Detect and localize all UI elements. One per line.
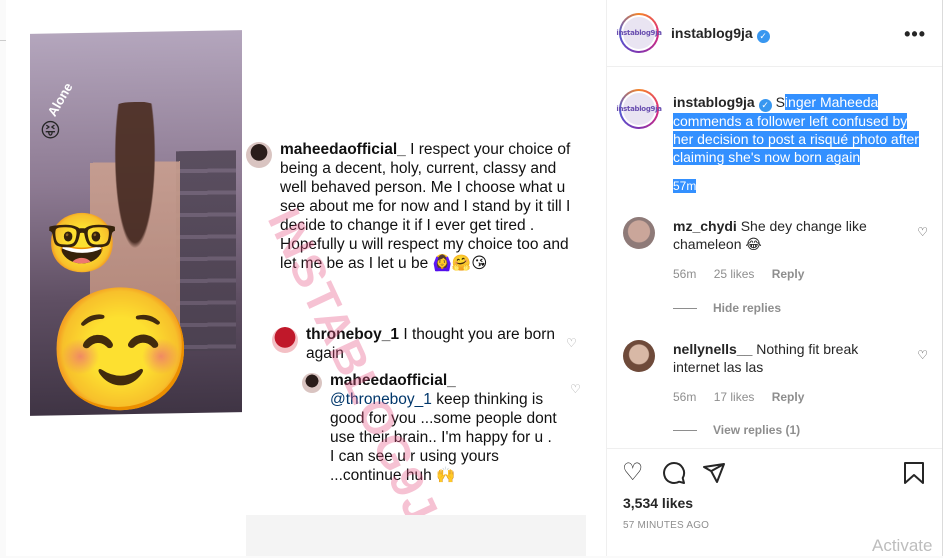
avatar [246, 142, 272, 168]
heart-icon[interactable]: ♡ [622, 461, 644, 485]
comment-time[interactable]: 56m [673, 390, 696, 404]
emoji-sticker-nerd: 🤓 [46, 211, 119, 276]
caption-time[interactable]: 57m [673, 179, 697, 193]
comment-meta: 56m 17 likes Reply [673, 390, 818, 404]
hide-replies-button[interactable]: Hide replies [673, 301, 781, 315]
emoji-sticker-small: 😝 [40, 120, 61, 142]
caption-first-letter: S [775, 94, 785, 110]
view-replies-button[interactable]: View replies (1) [673, 423, 800, 437]
caption-username[interactable]: instablog9ja [673, 94, 755, 110]
avatar[interactable]: instablog9ja [616, 13, 662, 53]
heart-icon[interactable]: ♡ [917, 225, 928, 239]
likes-count[interactable]: 3,534 likes [623, 495, 693, 511]
comment-text: nellynells__ Nothing fit break internet … [673, 340, 893, 376]
app-frame: Alone 😝 🤓 ☺️ maheedaofficial_ I respect … [0, 0, 943, 558]
verified-icon: ✓ [756, 30, 770, 43]
avatar[interactable] [623, 340, 655, 372]
comment-item: nellynells__ Nothing fit break internet … [623, 340, 928, 420]
bookmark-icon[interactable] [903, 461, 925, 490]
comment-likes[interactable]: 17 likes [714, 390, 755, 404]
comment-likes[interactable]: 25 likes [714, 267, 755, 281]
comment-text: mz_chydi She dey change like chameleon 😂 [673, 217, 893, 253]
comment-username: maheedaofficial_ [280, 141, 406, 158]
post-header: instablog9ja instablog9ja ✓ ••• [607, 0, 942, 67]
avatar [272, 327, 298, 353]
post-media[interactable]: Alone 😝 🤓 ☺️ maheedaofficial_ I respect … [6, 0, 606, 556]
post-caption: instablog9ja ✓ Singer Maheeda commends a … [673, 93, 923, 166]
post-timestamp[interactable]: 57 MINUTES AGO [623, 520, 709, 531]
comment-icon[interactable] [662, 461, 686, 490]
divider [673, 308, 697, 310]
divider [673, 430, 697, 432]
header-username[interactable]: instablog9ja [671, 25, 753, 41]
share-icon[interactable] [702, 461, 726, 490]
heart-icon[interactable]: ♡ [917, 348, 928, 362]
comment-username[interactable]: mz_chydi [673, 218, 737, 234]
brand-logo: instablog9ja [616, 17, 662, 49]
activate-windows-watermark: Activate [872, 536, 933, 555]
media-bottom-strip [246, 515, 586, 556]
comment-time[interactable]: 56m [673, 267, 696, 281]
reply-button[interactable]: Reply [772, 267, 805, 281]
comment-meta: 56m 25 likes Reply [673, 267, 818, 281]
caption-avatar[interactable]: instablog9ja [616, 89, 662, 129]
more-horizontal-icon[interactable]: ••• [904, 24, 926, 45]
avatar [302, 373, 322, 393]
post-side-panel: instablog9ja instablog9ja ✓ ••• instablog… [607, 0, 942, 556]
verified-icon: ✓ [758, 99, 772, 112]
emoji-sticker-smile: ☺️ [46, 283, 196, 417]
brand-logo: instablog9ja [616, 93, 662, 125]
comment-username[interactable]: nellynells__ [673, 341, 752, 357]
reply-button[interactable]: Reply [772, 390, 805, 404]
heart-icon: ♡ [570, 382, 581, 396]
heart-icon: ♡ [566, 336, 577, 350]
header-user: instablog9ja ✓ [671, 25, 770, 43]
avatar[interactable] [623, 217, 655, 249]
